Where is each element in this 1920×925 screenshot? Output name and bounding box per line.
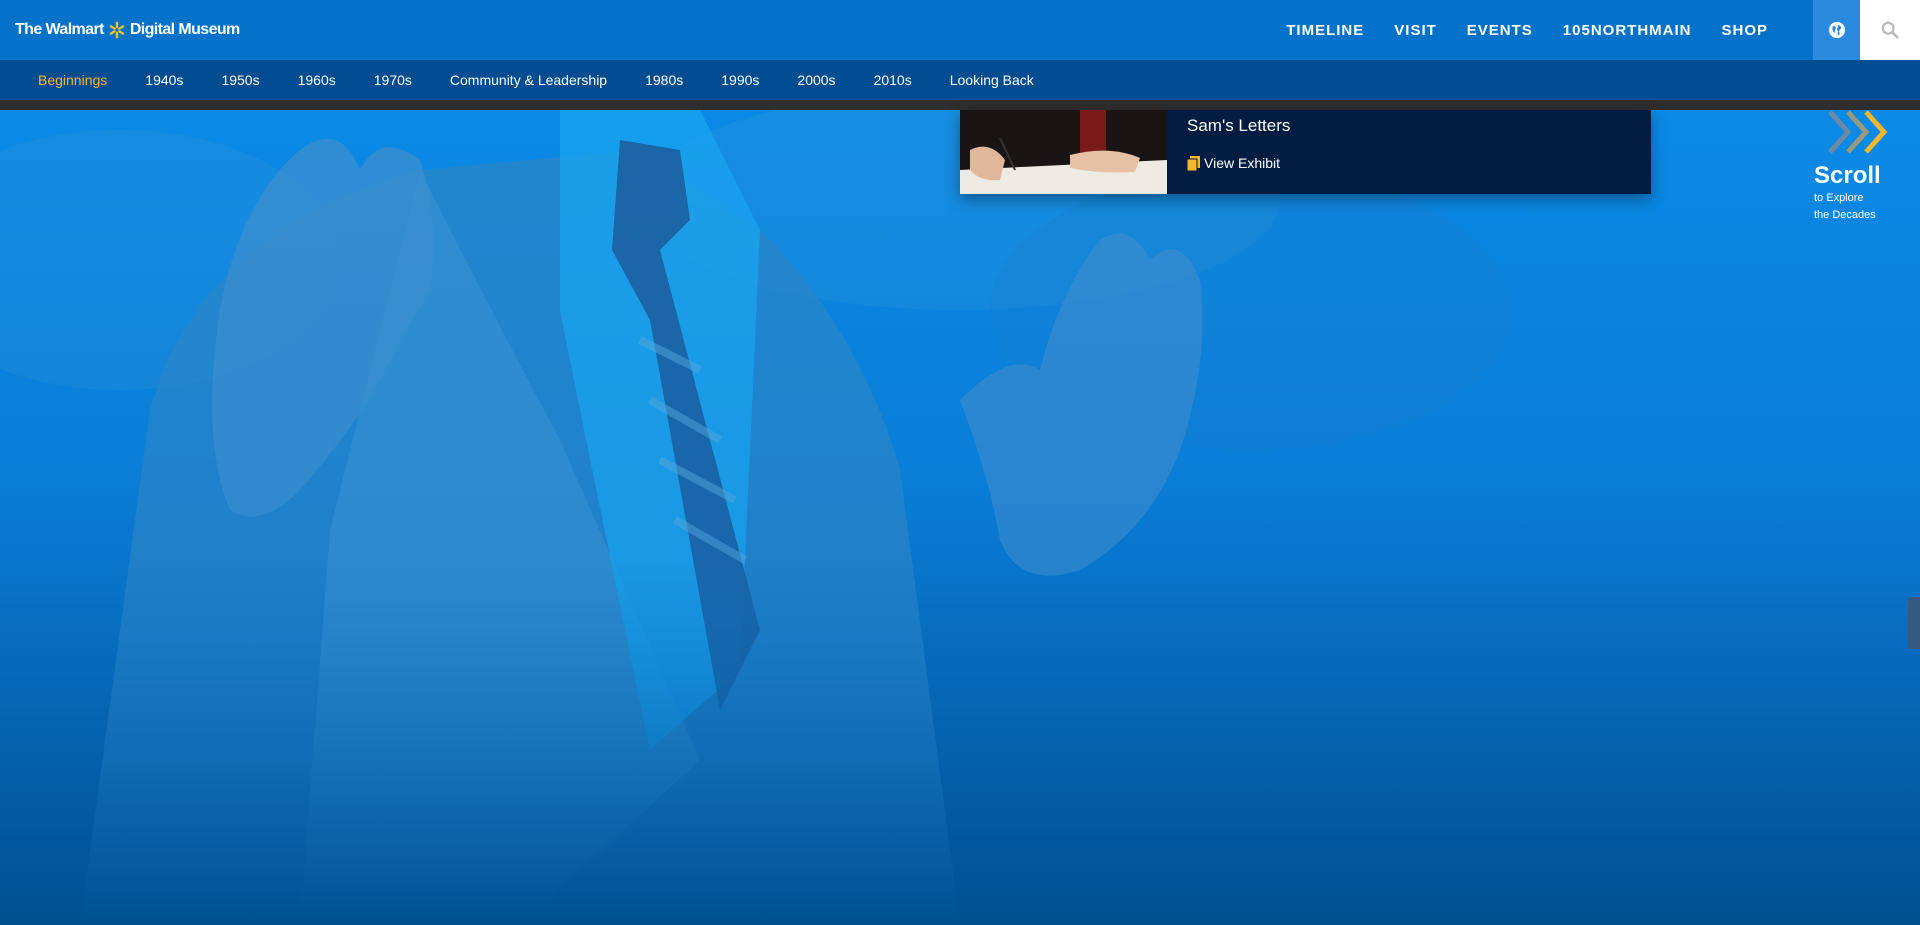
decade-beginnings[interactable]: Beginnings bbox=[38, 72, 107, 88]
hero-background bbox=[0, 110, 1920, 925]
side-scroll-tab[interactable] bbox=[1908, 597, 1920, 649]
exhibit-thumbnail bbox=[960, 110, 1167, 194]
logo-suffix: Digital Museum bbox=[129, 21, 240, 38]
decade-1950s[interactable]: 1950s bbox=[221, 72, 259, 88]
walmart-spark-icon bbox=[109, 21, 125, 39]
decade-nav: Beginnings 1940s 1950s 1960s 1970s Commu… bbox=[0, 60, 1920, 100]
document-icon bbox=[1187, 155, 1200, 171]
nav-events[interactable]: EVENTS bbox=[1467, 22, 1533, 39]
search-icon bbox=[1881, 21, 1899, 39]
site-logo[interactable]: The Walmart Digital Museum bbox=[15, 0, 240, 60]
nav-105northmain[interactable]: 105NORTHMAIN bbox=[1563, 22, 1692, 39]
view-exhibit-label: View Exhibit bbox=[1204, 155, 1281, 171]
decade-1940s[interactable]: 1940s bbox=[145, 72, 183, 88]
decade-1980s[interactable]: 1980s bbox=[645, 72, 683, 88]
hero-portrait-image bbox=[0, 110, 1920, 925]
nav-divider bbox=[0, 100, 1920, 110]
site-header: The Walmart Digital Museum TIMELINE VISI… bbox=[0, 0, 1920, 60]
scroll-cue: Scroll to Explore the Decades bbox=[1814, 108, 1914, 224]
chevrons-right-icon bbox=[1828, 110, 1888, 154]
main-nav: TIMELINE VISIT EVENTS 105NORTHMAIN SHOP bbox=[1256, 0, 1768, 60]
decade-1990s[interactable]: 1990s bbox=[721, 72, 759, 88]
scroll-subtitle-line2: the Decades bbox=[1814, 209, 1876, 221]
logo-prefix: The Walmart bbox=[15, 21, 104, 38]
nav-shop[interactable]: SHOP bbox=[1721, 22, 1768, 39]
decade-community-leadership[interactable]: Community & Leadership bbox=[450, 72, 607, 88]
nav-visit[interactable]: VISIT bbox=[1394, 22, 1437, 39]
decade-1970s[interactable]: 1970s bbox=[374, 72, 412, 88]
language-button[interactable] bbox=[1813, 0, 1860, 60]
exhibit-title[interactable]: Sam's Letters bbox=[1187, 116, 1290, 136]
search-button[interactable] bbox=[1860, 0, 1920, 60]
scroll-subtitle-line1: to Explore bbox=[1814, 192, 1864, 204]
globe-icon bbox=[1828, 21, 1845, 39]
decade-2010s[interactable]: 2010s bbox=[874, 72, 912, 88]
scroll-title: Scroll bbox=[1814, 162, 1881, 189]
decade-2000s[interactable]: 2000s bbox=[797, 72, 835, 88]
decade-1960s[interactable]: 1960s bbox=[298, 72, 336, 88]
view-exhibit-link[interactable]: View Exhibit bbox=[1187, 155, 1280, 171]
exhibit-card[interactable]: Sam's Letters View Exhibit bbox=[960, 110, 1651, 194]
decade-looking-back[interactable]: Looking Back bbox=[950, 72, 1034, 88]
nav-timeline[interactable]: TIMELINE bbox=[1286, 22, 1364, 39]
